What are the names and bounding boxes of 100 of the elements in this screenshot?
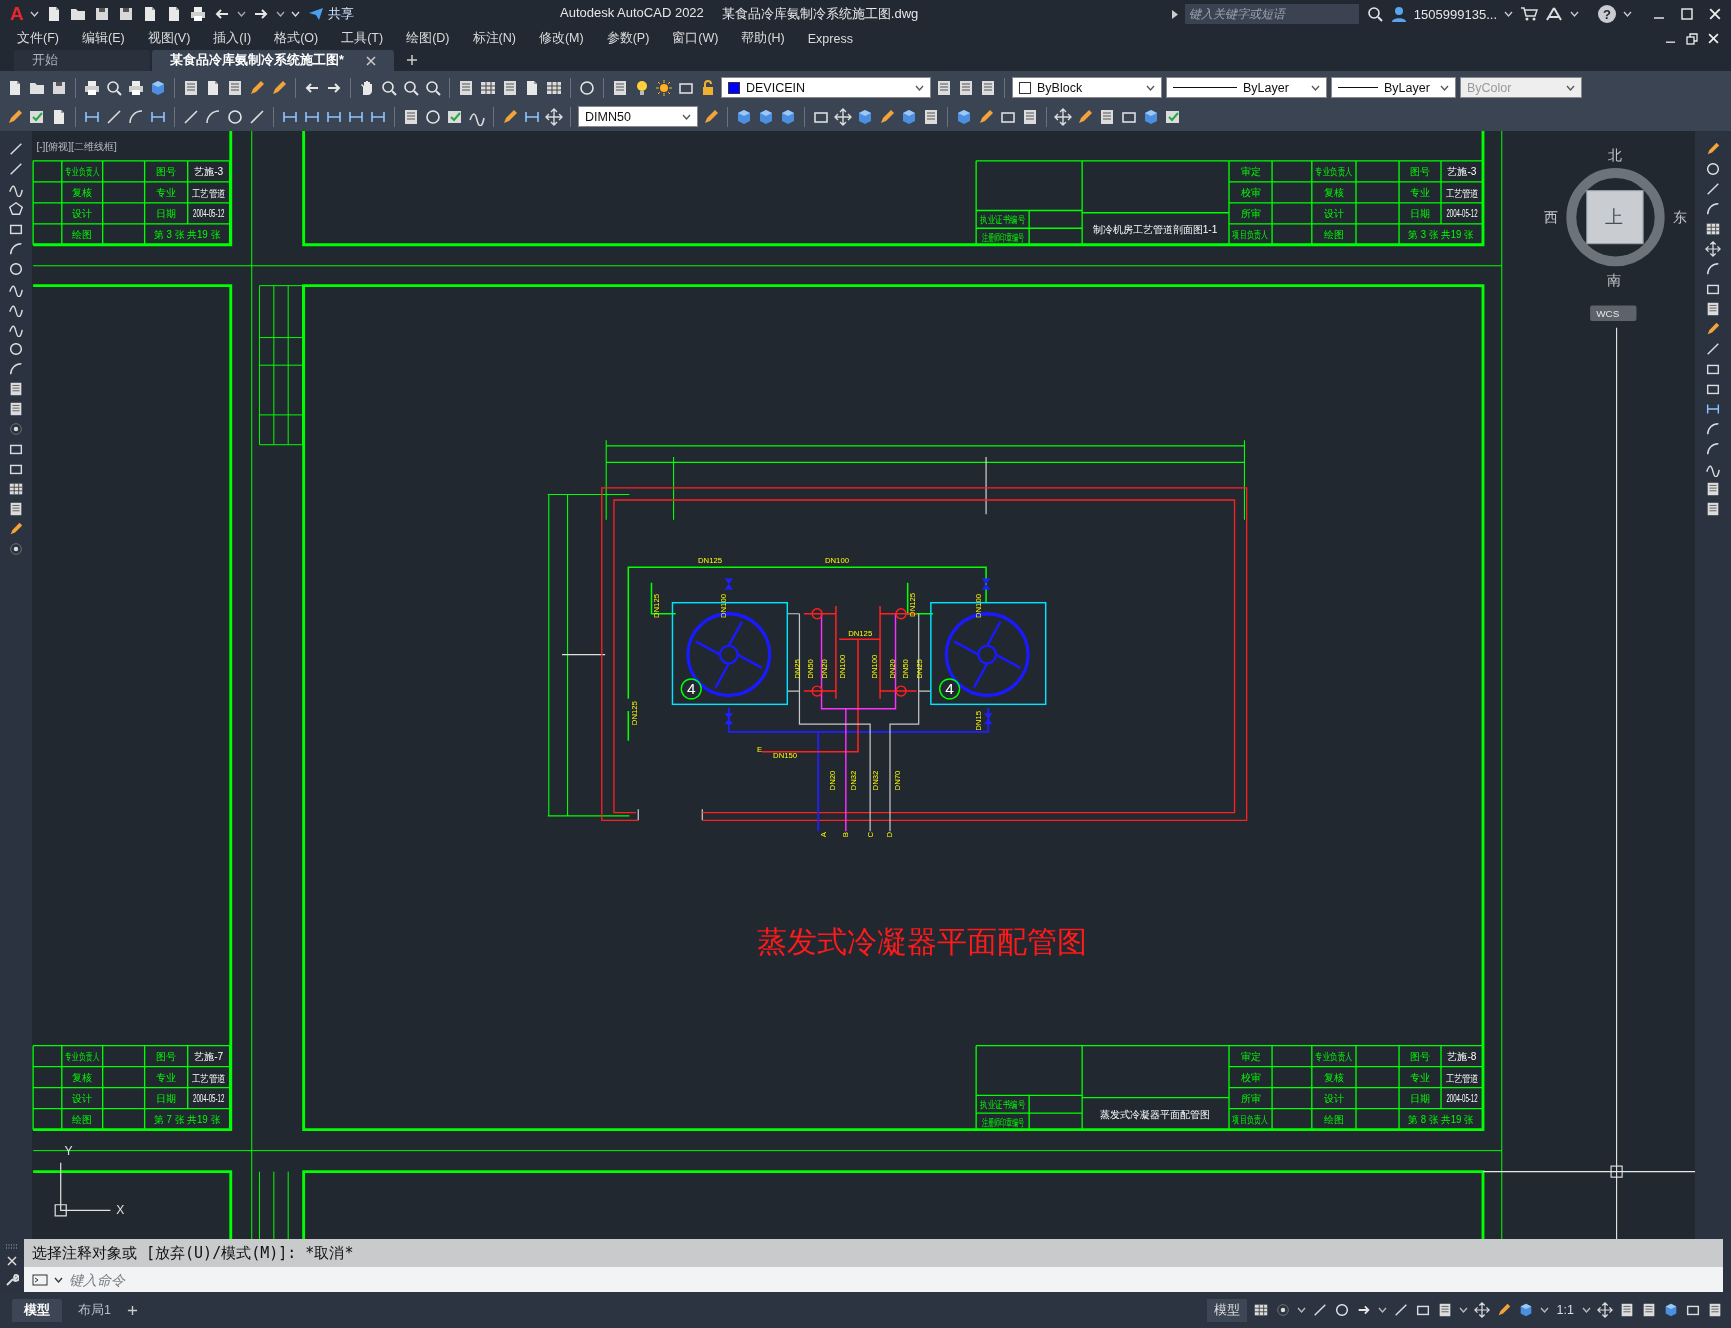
panel-icon[interactable] <box>8 401 24 417</box>
triangle-icon[interactable] <box>1545 6 1563 22</box>
close-icon[interactable] <box>1709 8 1721 20</box>
caret-icon[interactable] <box>1582 1307 1591 1313</box>
view-cube-face[interactable] <box>1586 190 1644 245</box>
pencil-icon[interactable] <box>6 107 24 126</box>
move-icon[interactable] <box>1705 241 1721 257</box>
line-icon[interactable] <box>248 107 266 126</box>
panel-icon[interactable] <box>501 78 519 97</box>
panel-icon[interactable] <box>182 78 200 97</box>
circle-icon[interactable] <box>578 78 596 97</box>
arc-icon[interactable] <box>8 361 24 377</box>
printer-icon[interactable] <box>83 78 101 97</box>
panel-icon[interactable] <box>611 78 629 97</box>
arc-icon[interactable] <box>1705 201 1721 217</box>
layout-tab[interactable]: 布局1 <box>66 1298 123 1322</box>
move-icon[interactable] <box>1597 1302 1613 1318</box>
circle-icon[interactable] <box>1333 1302 1350 1318</box>
menu-item[interactable]: 插入(I) <box>213 30 252 47</box>
caret-icon[interactable] <box>682 113 691 120</box>
arc-icon[interactable] <box>204 107 222 126</box>
paper-plane-icon[interactable] <box>307 7 324 21</box>
circle-icon[interactable] <box>1705 161 1721 177</box>
cube-icon[interactable] <box>779 107 797 126</box>
panel-icon[interactable] <box>1705 501 1721 517</box>
document-tab[interactable]: 某食品冷库氨制冷系统施工图* <box>152 50 394 71</box>
panel-icon[interactable] <box>1705 301 1721 317</box>
pencil-icon[interactable] <box>977 107 995 126</box>
caret-icon[interactable] <box>1296 1307 1306 1313</box>
move-icon[interactable] <box>834 107 852 126</box>
pencil-icon[interactable] <box>248 78 266 97</box>
line-icon[interactable] <box>1705 341 1721 357</box>
document-tab[interactable]: 开始 <box>14 50 150 71</box>
caret-icon[interactable] <box>1377 1307 1387 1313</box>
grid-icon[interactable] <box>1705 221 1721 237</box>
cube-icon[interactable] <box>900 107 918 126</box>
menu-item[interactable]: 格式(O) <box>274 30 319 47</box>
maximize-icon[interactable] <box>1681 8 1693 20</box>
panel-icon[interactable] <box>935 78 953 97</box>
cube-icon[interactable] <box>1142 107 1160 126</box>
linetype-dropdown[interactable]: ByLayer <box>1166 77 1327 98</box>
menu-item[interactable]: 帮助(H) <box>741 30 785 47</box>
annotation-scale[interactable]: 1:1 <box>1556 1303 1574 1317</box>
menu-item[interactable]: Express <box>807 31 853 46</box>
printer-icon[interactable] <box>127 78 145 97</box>
caret-icon[interactable] <box>1311 84 1320 91</box>
pencil-icon[interactable] <box>1705 141 1721 157</box>
new-tab-icon[interactable] <box>405 54 418 66</box>
panel-icon[interactable] <box>957 78 975 97</box>
circle-icon[interactable] <box>424 107 442 126</box>
panel-icon[interactable] <box>922 107 940 126</box>
panel-icon[interactable] <box>1021 107 1039 126</box>
panel-icon[interactable] <box>1619 1302 1635 1318</box>
panel-icon[interactable] <box>1705 481 1721 497</box>
point-icon[interactable] <box>8 541 24 557</box>
pencil-icon[interactable] <box>1076 107 1094 126</box>
polygon-icon[interactable] <box>8 201 24 217</box>
move-icon[interactable] <box>1473 1302 1490 1318</box>
cube-icon[interactable] <box>856 107 874 126</box>
pencil-icon[interactable] <box>1705 321 1721 337</box>
line-icon[interactable] <box>182 107 200 126</box>
panel-icon[interactable] <box>1098 107 1116 126</box>
arc-icon[interactable] <box>1705 421 1721 437</box>
circle-icon[interactable] <box>8 261 24 277</box>
search-icon[interactable] <box>1365 5 1384 23</box>
grid-icon[interactable] <box>1252 1302 1269 1318</box>
menu-item[interactable]: 窗口(W) <box>672 30 719 47</box>
panel-icon[interactable] <box>226 78 244 97</box>
ucs-menu-background[interactable] <box>1590 305 1637 321</box>
point-icon[interactable] <box>8 421 24 437</box>
printer-icon[interactable] <box>188 5 207 23</box>
cube-icon[interactable] <box>149 78 167 97</box>
panel-icon[interactable] <box>8 501 24 517</box>
sun-icon[interactable] <box>655 78 673 97</box>
pencil-icon[interactable] <box>878 107 896 126</box>
menu-item[interactable]: 修改(M) <box>538 30 584 47</box>
cube-icon[interactable] <box>955 107 973 126</box>
menu-item[interactable]: 参数(P) <box>606 30 650 47</box>
arc-icon[interactable] <box>1705 441 1721 457</box>
cart-icon[interactable] <box>1520 6 1538 22</box>
layer-dropdown[interactable]: DEVICEIN <box>721 77 931 98</box>
magnifier-icon[interactable] <box>424 78 442 97</box>
menu-item[interactable]: 编辑(E) <box>81 30 125 47</box>
menu-item[interactable]: 工具(T) <box>341 30 384 47</box>
panel-icon[interactable] <box>979 78 997 97</box>
user-icon[interactable] <box>1390 6 1407 22</box>
pencil-icon[interactable] <box>501 107 519 126</box>
help-button[interactable]: ? <box>1598 5 1616 23</box>
user-name[interactable]: 1505999135... <box>1413 6 1497 22</box>
compass-ring[interactable] <box>1566 168 1665 267</box>
model-space-button[interactable]: 模型 <box>1206 1298 1247 1322</box>
line-icon[interactable] <box>8 161 24 177</box>
grid-icon[interactable] <box>8 481 24 497</box>
close-icon[interactable] <box>1708 33 1719 44</box>
arc-icon[interactable] <box>1705 261 1721 277</box>
arc-icon[interactable] <box>8 241 24 257</box>
menu-item[interactable]: 视图(V) <box>147 30 191 47</box>
point-icon[interactable] <box>1274 1302 1291 1318</box>
arc-icon[interactable] <box>127 107 145 126</box>
panel-icon[interactable] <box>8 381 24 397</box>
